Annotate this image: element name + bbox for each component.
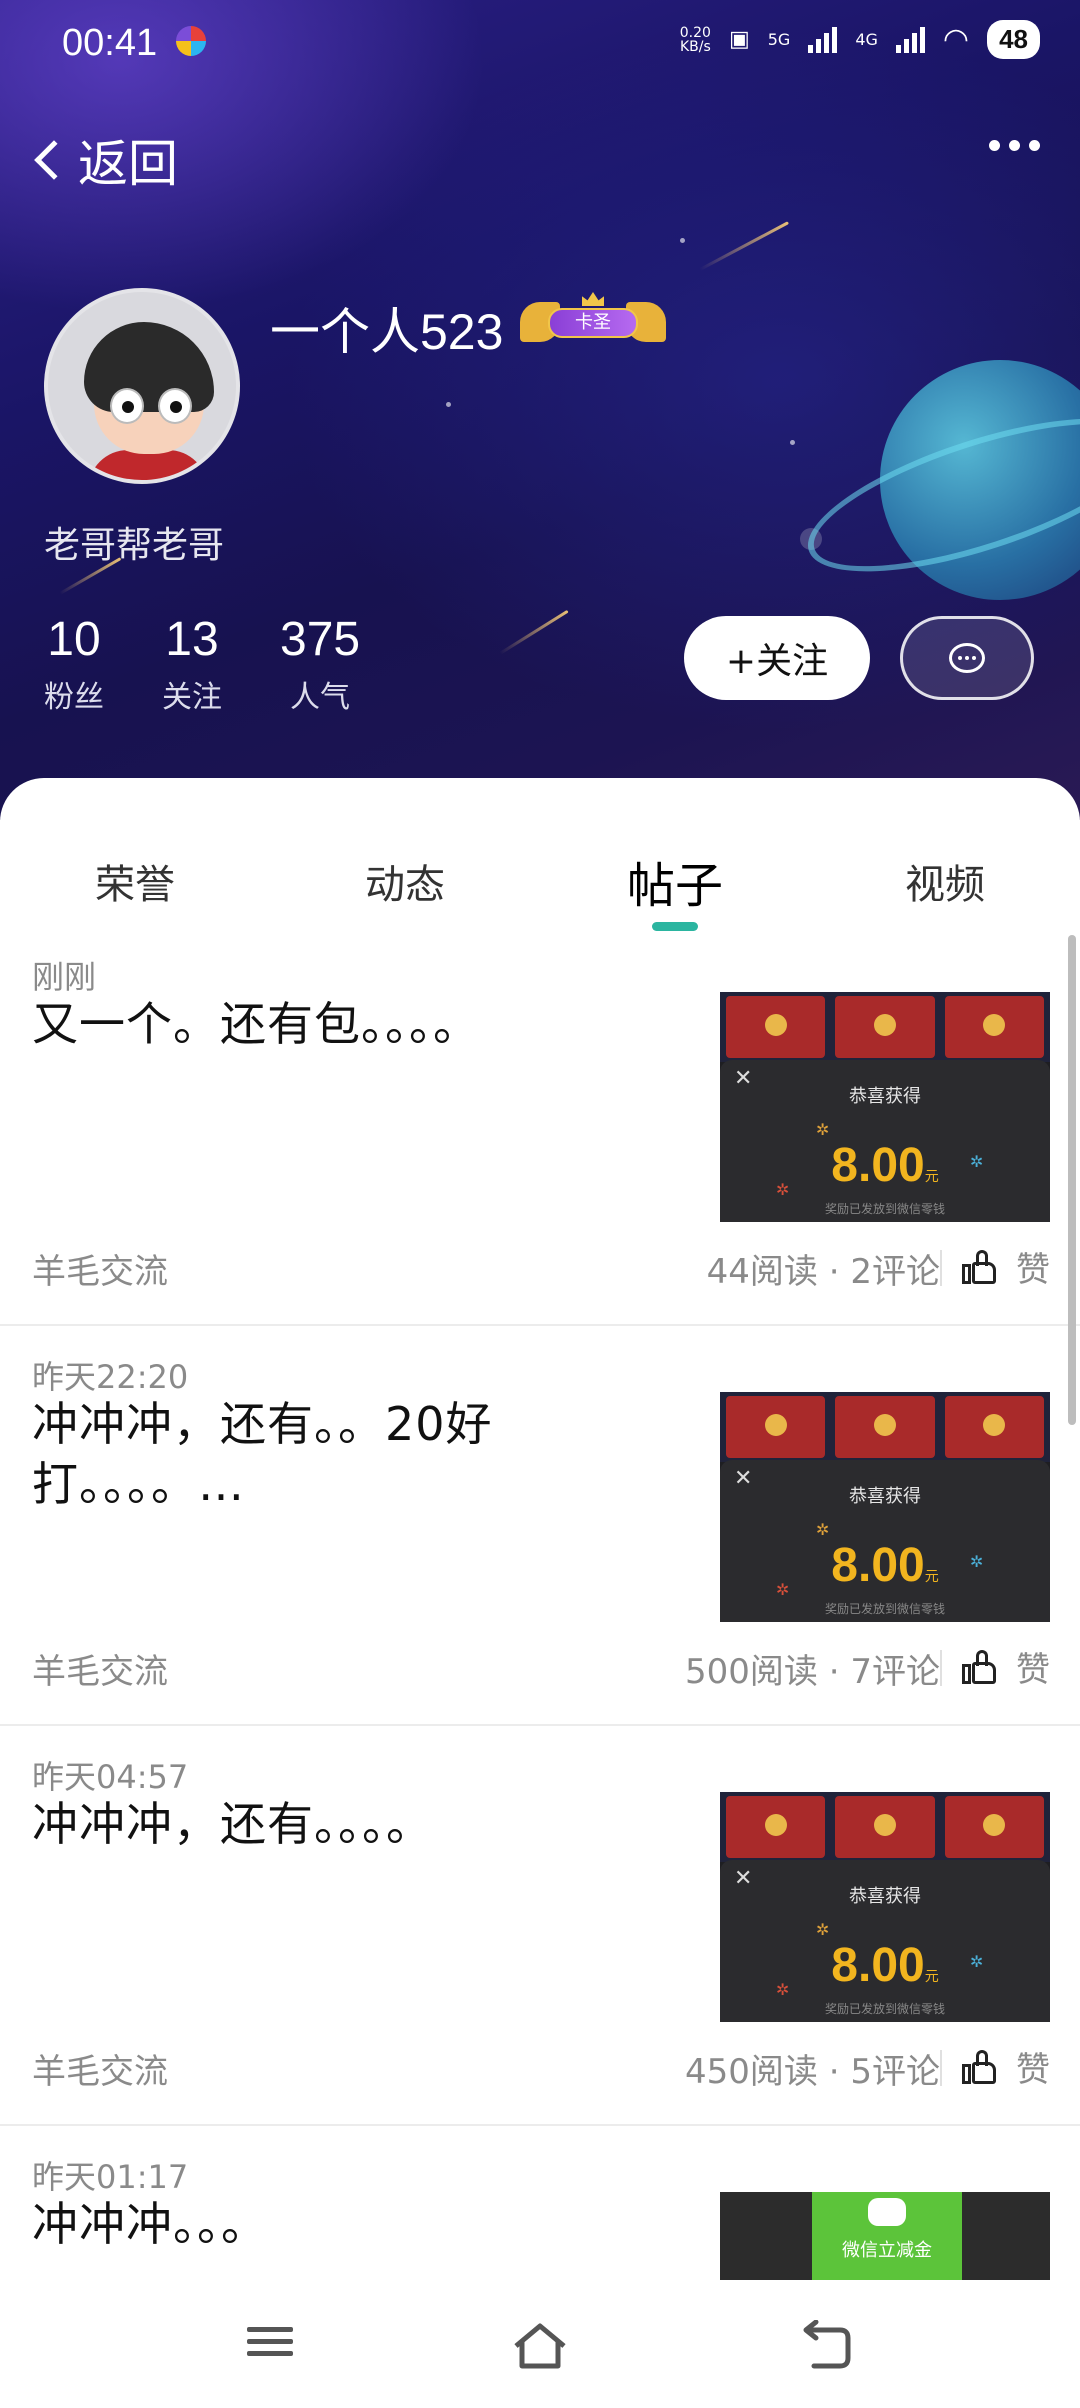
post-time: 昨天22:20 bbox=[32, 1358, 189, 1396]
post-thumbnail[interactable]: 微信立减金 bbox=[720, 2192, 1050, 2280]
meteor-decoration bbox=[499, 609, 569, 655]
post-title: 冲冲冲，还有。。。。 bbox=[32, 1797, 433, 1851]
level-badge-icon[interactable]: 卡圣 bbox=[520, 292, 666, 346]
divider bbox=[940, 1250, 942, 1286]
thumb-dialog-title: 恭喜获得 bbox=[849, 1486, 921, 1507]
post-time: 昨天01:17 bbox=[32, 2158, 189, 2196]
post-item[interactable]: 昨天22:20 冲冲冲，还有。。20好打。。。。… ✕ 恭喜获得 ✲ ✲ ✲ 8… bbox=[0, 1326, 1080, 1726]
user-signature: 老哥帮老哥 bbox=[44, 525, 225, 566]
follow-button[interactable]: +关注 bbox=[684, 616, 870, 700]
net-speed: 0.20 KB/s bbox=[679, 24, 711, 55]
avatar[interactable] bbox=[44, 288, 240, 484]
post-item[interactable]: 昨天04:57 冲冲冲，还有。。。。 ✕ 恭喜获得 ✲ ✲ ✲ 8.00元 奖励… bbox=[0, 1726, 1080, 2126]
tab-bar: 荣誉 动态 帖子 视频 bbox=[0, 778, 1080, 931]
tab-videos[interactable]: 视频 bbox=[905, 852, 985, 910]
post-time: 刚刚 bbox=[32, 958, 97, 996]
chat-bubble-icon bbox=[949, 643, 985, 673]
chevron-left-icon bbox=[34, 140, 74, 180]
divider bbox=[940, 2050, 942, 2086]
thumb-subtext: 奖励已发放到微信零钱 bbox=[824, 1602, 945, 1616]
thumb-amount: 8.00元 bbox=[831, 1139, 939, 1192]
post-stats: 500阅读 · 7评论 bbox=[685, 1652, 940, 1692]
post-list: 刚刚 又一个。还有包。。。。 ✕ 恭喜获得 ✲ ✲ ✲ 8.00元 奖励已发放到… bbox=[0, 926, 1080, 2408]
like-button[interactable]: 赞 bbox=[962, 1642, 1050, 1691]
post-title: 冲冲冲。。。 bbox=[32, 2197, 268, 2251]
post-thumbnail[interactable]: ✕ 恭喜获得 ✲ ✲ ✲ 8.00元 奖励已发放到微信零钱 bbox=[720, 1392, 1050, 1622]
like-label: 赞 bbox=[1016, 1650, 1050, 1690]
star-decoration bbox=[446, 402, 451, 407]
tab-honor[interactable]: 荣誉 bbox=[95, 852, 175, 910]
thumb-wechat-text: 微信立减金 bbox=[842, 2240, 932, 2261]
scrollbar[interactable] bbox=[1068, 935, 1076, 1425]
thumb-dialog-title: 恭喜获得 bbox=[849, 1086, 921, 1107]
post-title: 冲冲冲，还有。。20好打。。。。… bbox=[32, 1397, 493, 1511]
post-category[interactable]: 羊毛交流 bbox=[32, 1244, 168, 1293]
stat-value: 13 bbox=[165, 613, 219, 666]
signal-bars-icon bbox=[808, 26, 838, 53]
thumb-subtext: 奖励已发放到微信零钱 bbox=[824, 1202, 945, 1216]
system-nav-bar bbox=[0, 2280, 1080, 2408]
back-label: 返回 bbox=[78, 135, 178, 193]
stat-value: 10 bbox=[47, 613, 101, 666]
user-nickname: 一个人523 bbox=[270, 304, 504, 360]
stat-label: 人气 bbox=[290, 680, 351, 715]
star-decoration bbox=[790, 440, 795, 445]
stat-label: 关注 bbox=[162, 680, 222, 715]
post-item[interactable]: 刚刚 又一个。还有包。。。。 ✕ 恭喜获得 ✲ ✲ ✲ 8.00元 奖励已发放到… bbox=[0, 926, 1080, 1326]
stat-fans[interactable]: 10 粉丝 bbox=[44, 612, 104, 716]
post-stats: 44阅读 · 2评论 bbox=[706, 1252, 940, 1292]
back-nav-icon[interactable] bbox=[796, 2319, 856, 2372]
divider bbox=[940, 1650, 942, 1686]
profile-header: 00:41 0.20 KB/s ▣ 5G 4G ◠ 48 返回 一个人523 卡… bbox=[0, 0, 1080, 820]
battery-indicator: 48 bbox=[987, 20, 1040, 59]
star-decoration bbox=[680, 238, 685, 243]
like-button[interactable]: 赞 bbox=[962, 1242, 1050, 1291]
thumb-subtext: 奖励已发放到微信零钱 bbox=[824, 2002, 945, 2016]
back-button[interactable]: 返回 bbox=[28, 120, 178, 200]
badge-label: 卡圣 bbox=[548, 308, 638, 338]
content-sheet: 荣誉 动态 帖子 视频 刚刚 又一个。还有包。。。。 ✕ 恭喜获得 ✲ ✲ ✲ … bbox=[0, 778, 1080, 2408]
wechat-icon bbox=[868, 2198, 906, 2226]
profile-stats: 10 粉丝 13 关注 375 人气 bbox=[44, 612, 418, 716]
signal-4g-label: 4G bbox=[855, 30, 878, 49]
menu-icon[interactable] bbox=[240, 2320, 300, 2372]
like-label: 赞 bbox=[1016, 2050, 1050, 2090]
status-time: 00:41 bbox=[62, 22, 158, 64]
post-title: 又一个。还有包。。。。 bbox=[32, 997, 480, 1051]
thumbs-up-icon bbox=[962, 1649, 996, 1684]
meteor-decoration bbox=[699, 221, 789, 271]
status-bar: 00:41 0.20 KB/s ▣ 5G 4G ◠ 48 bbox=[0, 0, 1080, 86]
tab-posts[interactable]: 帖子 bbox=[627, 846, 723, 916]
thumb-amount: 8.00元 bbox=[831, 1939, 939, 1992]
post-category[interactable]: 羊毛交流 bbox=[32, 2044, 168, 2093]
like-button[interactable]: 赞 bbox=[962, 2042, 1050, 2091]
thumb-amount: 8.00元 bbox=[831, 1539, 939, 1592]
more-options-icon[interactable] bbox=[989, 140, 1040, 151]
wifi-icon: ◠ bbox=[942, 22, 970, 57]
post-stats: 450阅读 · 5评论 bbox=[685, 2052, 940, 2092]
thumbs-up-icon bbox=[962, 1249, 996, 1284]
app-notification-icon bbox=[176, 26, 206, 56]
thumb-dialog-title: 恭喜获得 bbox=[849, 1886, 921, 1907]
signal-bars-icon bbox=[895, 26, 925, 53]
home-icon[interactable] bbox=[510, 2320, 570, 2372]
post-time: 昨天04:57 bbox=[32, 1758, 189, 1796]
post-thumbnail[interactable]: ✕ 恭喜获得 ✲ ✲ ✲ 8.00元 奖励已发放到微信零钱 bbox=[720, 1792, 1050, 2022]
tab-activity[interactable]: 动态 bbox=[365, 852, 445, 910]
post-thumbnail[interactable]: ✕ 恭喜获得 ✲ ✲ ✲ 8.00元 奖励已发放到微信零钱 bbox=[720, 992, 1050, 1222]
stat-popularity: 375 人气 bbox=[280, 612, 360, 716]
stat-following[interactable]: 13 关注 bbox=[162, 612, 222, 716]
like-label: 赞 bbox=[1016, 1250, 1050, 1290]
thumbs-up-icon bbox=[962, 2049, 996, 2084]
post-category[interactable]: 羊毛交流 bbox=[32, 1644, 168, 1693]
stat-value: 375 bbox=[280, 613, 361, 666]
hd-icon: ▣ bbox=[728, 27, 750, 52]
signal-5g-label: 5G bbox=[767, 30, 791, 49]
stat-label: 粉丝 bbox=[44, 680, 104, 715]
message-button[interactable] bbox=[900, 616, 1034, 700]
